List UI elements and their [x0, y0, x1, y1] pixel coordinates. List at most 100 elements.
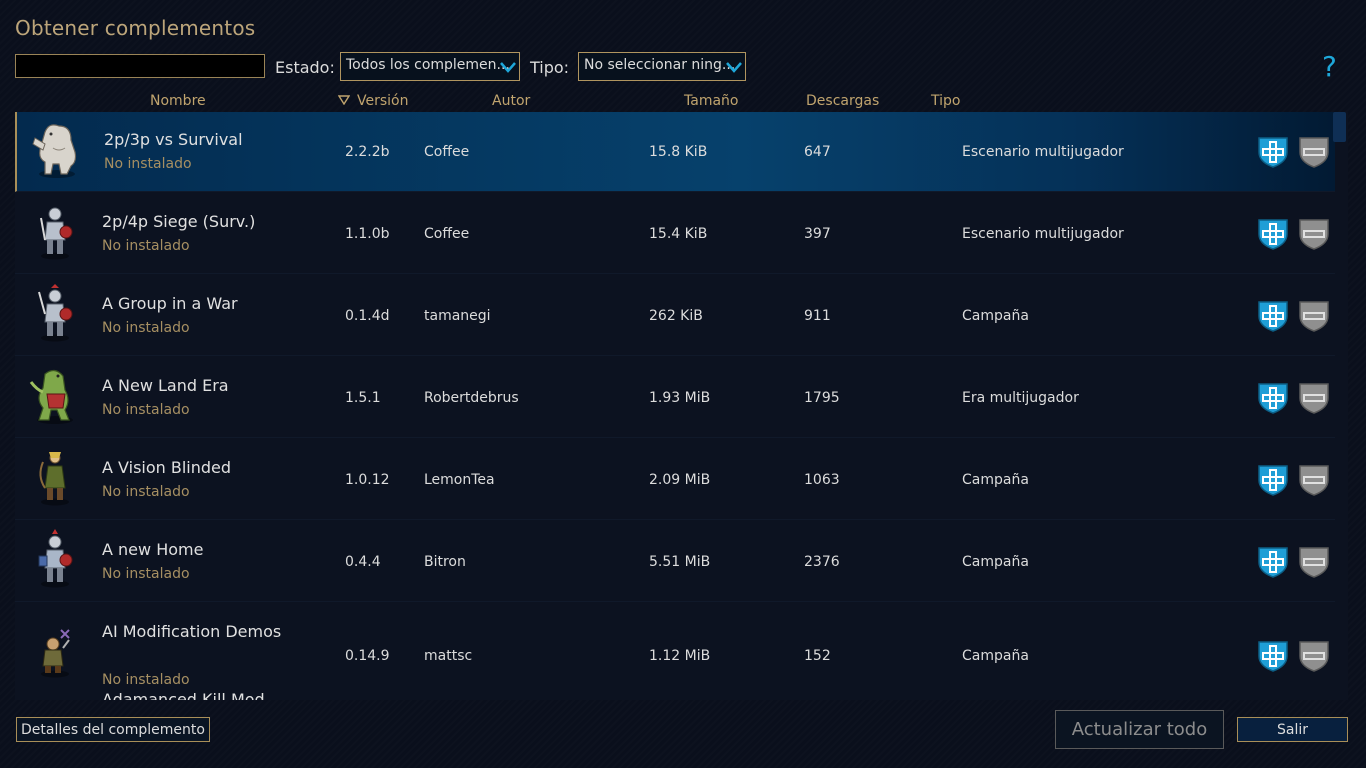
knight-unit-icon	[38, 529, 73, 588]
addon-downloads: 152	[804, 648, 831, 664]
table-row[interactable]: 2p/3p vs Survival No instalado 2.2.2b Co…	[15, 112, 1335, 192]
knight-unit-icon	[40, 207, 73, 260]
addon-version: 0.14.9	[345, 648, 390, 664]
addon-status: No instalado	[102, 402, 190, 418]
addon-name: A Group in a War	[102, 294, 238, 313]
addon-downloads: 397	[804, 226, 831, 242]
addon-type: Campaña	[962, 648, 1029, 664]
addon-size: 15.4 KiB	[649, 226, 708, 242]
addon-author: Bitron	[424, 554, 466, 570]
column-header-author[interactable]: Autor	[492, 93, 530, 109]
column-header-name[interactable]: Nombre	[150, 93, 206, 109]
addon-name: A New Land Era	[102, 376, 229, 395]
table-row[interactable]: A Vision Blinded No instalado 1.0.12 Lem…	[15, 440, 1335, 520]
addon-type: Campaña	[962, 308, 1029, 324]
addon-size: 1.93 MiB	[649, 390, 711, 406]
addon-status: No instalado	[102, 320, 190, 336]
uninstall-minus-icon[interactable]	[1299, 382, 1329, 414]
table-row[interactable]: AI Modification Demos No instalado 0.14.…	[15, 604, 1335, 700]
addon-downloads: 647	[804, 144, 831, 160]
addon-author: Coffee	[424, 144, 470, 160]
install-plus-icon[interactable]	[1258, 640, 1288, 672]
addon-type: Escenario multijugador	[962, 144, 1124, 160]
uninstall-minus-icon[interactable]	[1299, 546, 1329, 578]
addon-name: A Vision Blinded	[102, 458, 232, 477]
addon-status: No instalado	[102, 566, 190, 582]
addon-type: Era multijugador	[962, 390, 1079, 406]
table-row[interactable]: A Group in a War No instalado 0.1.4d tam…	[15, 276, 1335, 356]
sort-descending-icon	[338, 95, 350, 105]
addon-name: 2p/4p Siege (Surv.)	[102, 212, 256, 231]
column-header-downloads[interactable]: Descargas	[806, 93, 879, 109]
addon-size: 1.12 MiB	[649, 648, 711, 664]
addon-version: 1.1.0b	[345, 226, 390, 242]
addon-list[interactable]: 2p/3p vs Survival No instalado 2.2.2b Co…	[15, 112, 1348, 700]
addon-author: Robertdebrus	[424, 390, 519, 406]
update-all-button[interactable]: Actualizar todo	[1055, 710, 1224, 749]
estado-selected-value: Todos los complemen...	[346, 57, 510, 73]
addon-name: AI Modification Demos	[102, 622, 282, 641]
tipo-selected-value: No seleccionar ning...	[584, 57, 736, 73]
addon-version: 0.4.4	[345, 554, 381, 570]
addon-size: 15.8 KiB	[649, 144, 708, 160]
column-header-type[interactable]: Tipo	[931, 93, 960, 109]
addon-details-button[interactable]: Detalles del complemento	[16, 717, 210, 742]
addon-type: Campaña	[962, 554, 1029, 570]
addon-version: 1.5.1	[345, 390, 381, 406]
addon-type: Campaña	[962, 472, 1029, 488]
table-row[interactable]: A new Home No instalado 0.4.4 Bitron 5.5…	[15, 522, 1335, 602]
addon-type: Escenario multijugador	[962, 226, 1124, 242]
yeti-unit-icon	[32, 124, 77, 178]
exit-button[interactable]: Salir	[1237, 717, 1348, 742]
chevron-down-icon	[726, 62, 742, 73]
addon-author: LemonTea	[424, 472, 495, 488]
addon-downloads: 911	[804, 308, 831, 324]
lizard-unit-icon	[29, 369, 73, 424]
addon-downloads: 2376	[804, 554, 840, 570]
column-header-version[interactable]: Versión	[338, 93, 408, 109]
addon-size: 262 KiB	[649, 308, 703, 324]
tipo-dropdown[interactable]: No seleccionar ning...	[578, 52, 746, 81]
addon-downloads: 1063	[804, 472, 840, 488]
addon-status: No instalado	[102, 238, 190, 254]
column-header-version-label: Versión	[357, 93, 409, 109]
install-plus-icon[interactable]	[1258, 382, 1288, 414]
knight-unit-icon	[38, 284, 73, 342]
addon-author: tamanegi	[424, 308, 491, 324]
table-row[interactable]: 2p/4p Siege (Surv.) No instalado 1.1.0b …	[15, 194, 1335, 274]
search-input[interactable]	[15, 54, 265, 78]
uninstall-minus-icon[interactable]	[1299, 218, 1329, 250]
addon-downloads: 1795	[804, 390, 840, 406]
install-plus-icon[interactable]	[1258, 218, 1288, 250]
addon-size: 5.51 MiB	[649, 554, 711, 570]
tipo-label: Tipo:	[530, 58, 570, 77]
uninstall-minus-icon[interactable]	[1299, 136, 1329, 168]
help-icon[interactable]: ?	[1322, 50, 1337, 83]
dwarf-unit-icon	[41, 629, 70, 678]
table-row[interactable]: A New Land Era No instalado 1.5.1 Robert…	[15, 358, 1335, 438]
page-title: Obtener complementos	[15, 16, 256, 40]
addon-name: A new Home	[102, 540, 204, 559]
addon-author: mattsc	[424, 648, 473, 664]
addon-status: No instalado	[102, 672, 190, 688]
chevron-down-icon	[500, 62, 516, 73]
estado-dropdown[interactable]: Todos los complemen...	[340, 52, 520, 81]
uninstall-minus-icon[interactable]	[1299, 640, 1329, 672]
install-plus-icon[interactable]	[1258, 464, 1288, 496]
elf-unit-icon	[39, 452, 69, 506]
estado-label: Estado:	[275, 58, 335, 77]
addon-size: 2.09 MiB	[649, 472, 711, 488]
addon-name: 2p/3p vs Survival	[104, 130, 243, 149]
addon-version: 2.2.2b	[345, 144, 390, 160]
install-plus-icon[interactable]	[1258, 546, 1288, 578]
uninstall-minus-icon[interactable]	[1299, 300, 1329, 332]
column-header-size[interactable]: Tamaño	[684, 93, 738, 109]
install-plus-icon[interactable]	[1258, 136, 1288, 168]
addon-status: No instalado	[104, 156, 192, 172]
partial-addon-name: Adamanced Kill Mod	[102, 690, 265, 700]
uninstall-minus-icon[interactable]	[1299, 464, 1329, 496]
install-plus-icon[interactable]	[1258, 300, 1288, 332]
addon-author: Coffee	[424, 226, 470, 242]
list-scrollbar-thumb[interactable]	[1333, 112, 1346, 142]
addon-version: 1.0.12	[345, 472, 390, 488]
